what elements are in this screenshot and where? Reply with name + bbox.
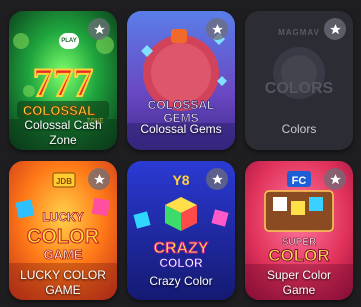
star-icon bbox=[211, 173, 223, 184]
favorite-button[interactable] bbox=[88, 18, 110, 40]
game-card-super-color-game[interactable]: FC SUPER COLOR Super Color Game bbox=[245, 161, 353, 300]
game-title: Colossal Cash Zone bbox=[24, 118, 102, 147]
star-icon bbox=[93, 23, 105, 34]
favorite-button[interactable] bbox=[88, 168, 110, 190]
svg-text:MAGMAV: MAGMAV bbox=[278, 28, 320, 37]
svg-text:LUCKY: LUCKY bbox=[42, 210, 83, 224]
favorite-button[interactable] bbox=[206, 168, 228, 190]
svg-text:COLOR: COLOR bbox=[27, 226, 100, 248]
svg-text:GAME: GAME bbox=[44, 247, 83, 262]
game-title: Colossal Gems bbox=[140, 122, 222, 136]
svg-text:COLORS: COLORS bbox=[265, 80, 334, 97]
star-icon bbox=[93, 173, 105, 184]
game-title: Crazy Color bbox=[149, 274, 213, 288]
svg-text:COLOSSAL: COLOSSAL bbox=[23, 103, 95, 118]
play-badge: PLAY bbox=[59, 33, 79, 49]
svg-text:COLOR: COLOR bbox=[268, 246, 329, 265]
game-card-lucky-color-game[interactable]: JDB LUCKY COLOR GAME LUCKY COLOR GAME bbox=[9, 161, 117, 300]
star-icon bbox=[329, 173, 341, 184]
svg-text:JDB: JDB bbox=[56, 177, 72, 186]
game-card-colossal-gems[interactable]: COLOSSAL GEMS Colossal Gems bbox=[127, 11, 235, 150]
favorite-button[interactable] bbox=[324, 168, 346, 190]
game-title: Super Color Game bbox=[266, 268, 332, 297]
svg-text:COLOR: COLOR bbox=[159, 256, 203, 270]
star-icon bbox=[329, 23, 341, 34]
favorite-button[interactable] bbox=[324, 18, 346, 40]
svg-text:FC: FC bbox=[292, 175, 307, 187]
svg-text:777: 777 bbox=[33, 60, 93, 105]
game-card-colors[interactable]: MAGMAV COLORS Colors bbox=[245, 11, 353, 150]
svg-text:COLOSSAL: COLOSSAL bbox=[148, 98, 215, 112]
game-card-colossal-cash-zone[interactable]: 777 COLOSSAL ZONE PLAY Colossal Cash Zon… bbox=[9, 11, 117, 150]
game-title: LUCKY COLOR GAME bbox=[20, 268, 106, 297]
favorite-button[interactable] bbox=[206, 18, 228, 40]
game-title: Colors bbox=[281, 122, 317, 136]
game-grid: 777 COLOSSAL ZONE PLAY Colossal Cash Zon… bbox=[0, 0, 361, 307]
svg-text:Y8: Y8 bbox=[172, 172, 189, 188]
star-icon bbox=[211, 23, 223, 34]
svg-text:CRAZY: CRAZY bbox=[153, 240, 208, 257]
game-card-crazy-color[interactable]: Y8 CRAZY COLOR Crazy Color bbox=[127, 161, 235, 300]
